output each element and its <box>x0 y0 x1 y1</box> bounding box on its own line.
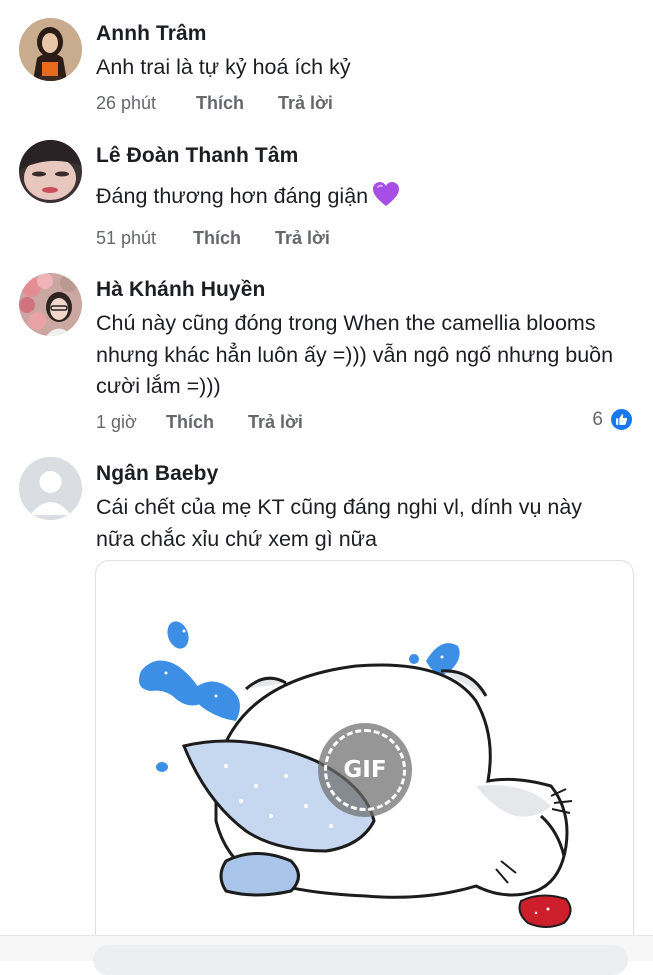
reply-button[interactable]: Trả lời <box>248 412 303 433</box>
like-button[interactable]: Thích <box>166 412 214 433</box>
comment-text: Đáng thương hơn đáng giận <box>96 181 636 213</box>
default-avatar[interactable] <box>19 457 82 520</box>
comment-text: Anh trai là tự kỷ hoá ích kỷ <box>96 55 351 79</box>
like-icon <box>609 407 634 432</box>
avatar[interactable] <box>19 273 82 336</box>
profile-photo-icon <box>19 140 82 203</box>
avatar[interactable] <box>19 140 82 203</box>
comment-text-content: Đáng thương hơn đáng giận <box>96 184 369 208</box>
commenter-name[interactable]: Lê Đoàn Thanh Tâm <box>96 144 298 168</box>
like-button[interactable]: Thích <box>193 228 241 249</box>
reply-button[interactable]: Trả lời <box>275 228 330 249</box>
comment-text: Chú này cũng đóng trong When the camelli… <box>96 311 614 398</box>
reply-button[interactable]: Trả lời <box>278 93 333 114</box>
default-avatar-icon <box>19 457 82 520</box>
gif-attachment[interactable]: GIF <box>95 560 634 960</box>
comment-text: Cái chết của mẹ KT cũng đáng nghi vl, dí… <box>96 495 583 551</box>
commenter-name[interactable]: Hà Khánh Huyền <box>96 278 265 302</box>
gif-play-badge[interactable]: GIF <box>318 723 412 817</box>
reaction-summary[interactable]: 6 <box>592 407 634 432</box>
reaction-count: 6 <box>592 408 603 430</box>
avatar[interactable] <box>19 18 82 81</box>
comment-time[interactable]: 26 phút <box>96 93 156 114</box>
profile-photo-icon <box>19 18 82 81</box>
gif-label: GIF <box>343 757 387 783</box>
commenter-name[interactable]: Annh Trâm <box>96 22 207 46</box>
purple-heart-icon <box>373 182 400 206</box>
comment-time[interactable]: 51 phút <box>96 228 156 249</box>
profile-photo-icon <box>19 273 82 336</box>
comment-time[interactable]: 1 giờ <box>96 412 137 433</box>
comment-input[interactable] <box>93 945 628 975</box>
commenter-name[interactable]: Ngân Baeby <box>96 462 218 486</box>
like-button[interactable]: Thích <box>196 93 244 114</box>
